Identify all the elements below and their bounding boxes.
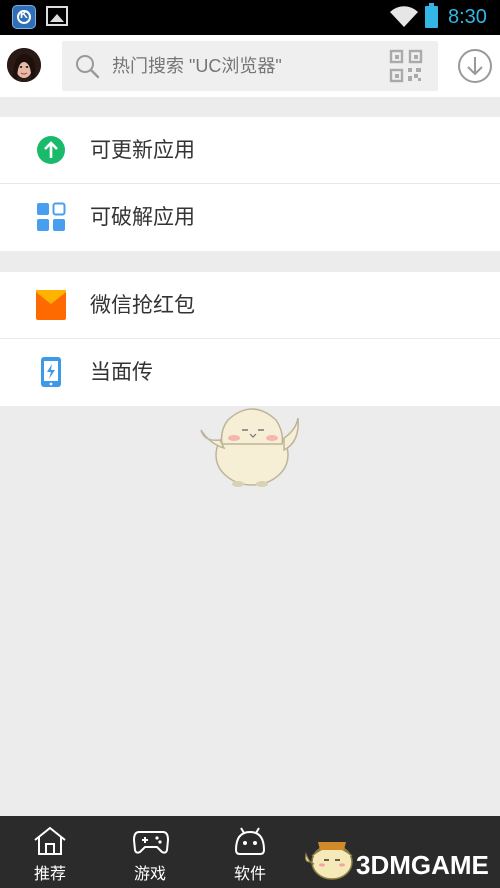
- list-item-label: 可更新应用: [90, 138, 195, 162]
- avatar[interactable]: [7, 48, 41, 82]
- search-input[interactable]: [112, 41, 372, 91]
- search-bar[interactable]: [62, 41, 438, 91]
- list-item-face-to-face-transfer[interactable]: 当面传: [0, 339, 500, 406]
- top-header: [0, 35, 500, 97]
- list-item-wechat-red-envelope[interactable]: 微信抢红包: [0, 272, 500, 339]
- watermark-mascot-icon: [304, 842, 353, 880]
- watermark-text: 3DMGAME: [356, 850, 489, 880]
- grid-apps-icon: [37, 202, 66, 231]
- battery-icon: [425, 3, 438, 28]
- gamepad-icon: [133, 831, 169, 854]
- k-app-icon: K: [12, 5, 36, 29]
- search-icon: [76, 55, 100, 79]
- tab-games[interactable]: 游戏: [100, 816, 200, 888]
- tab-label: 游戏: [133, 864, 166, 883]
- image-icon: [46, 6, 68, 26]
- phone-transfer-icon: [41, 357, 61, 387]
- status-bar: K 8:30: [0, 0, 500, 35]
- list-item-label: 当面传: [90, 360, 153, 384]
- home-icon: [34, 826, 66, 855]
- tab-label: 软件: [233, 864, 266, 883]
- wifi-icon: [390, 6, 418, 27]
- list-item-label: 微信抢红包: [90, 293, 195, 317]
- download-icon[interactable]: [457, 48, 493, 84]
- list-group-tools: 微信抢红包 当面传: [0, 272, 500, 406]
- upload-arrow-icon: [37, 136, 65, 164]
- red-envelope-icon: [36, 290, 66, 320]
- tab-recommend[interactable]: 推荐: [0, 816, 100, 888]
- list-item-updatable-apps[interactable]: 可更新应用: [0, 117, 500, 184]
- mascot-illustration: [200, 408, 299, 487]
- list-item-crackable-apps[interactable]: 可破解应用: [0, 184, 500, 251]
- list-item-label: 可破解应用: [90, 205, 195, 229]
- tab-software[interactable]: 软件: [200, 816, 300, 888]
- tab-label: 推荐: [33, 864, 66, 883]
- qr-code-icon[interactable]: [389, 49, 423, 83]
- clock: 8:30: [448, 6, 487, 28]
- list-group-updates: 可更新应用 可破解应用: [0, 117, 500, 251]
- android-icon: [234, 827, 266, 855]
